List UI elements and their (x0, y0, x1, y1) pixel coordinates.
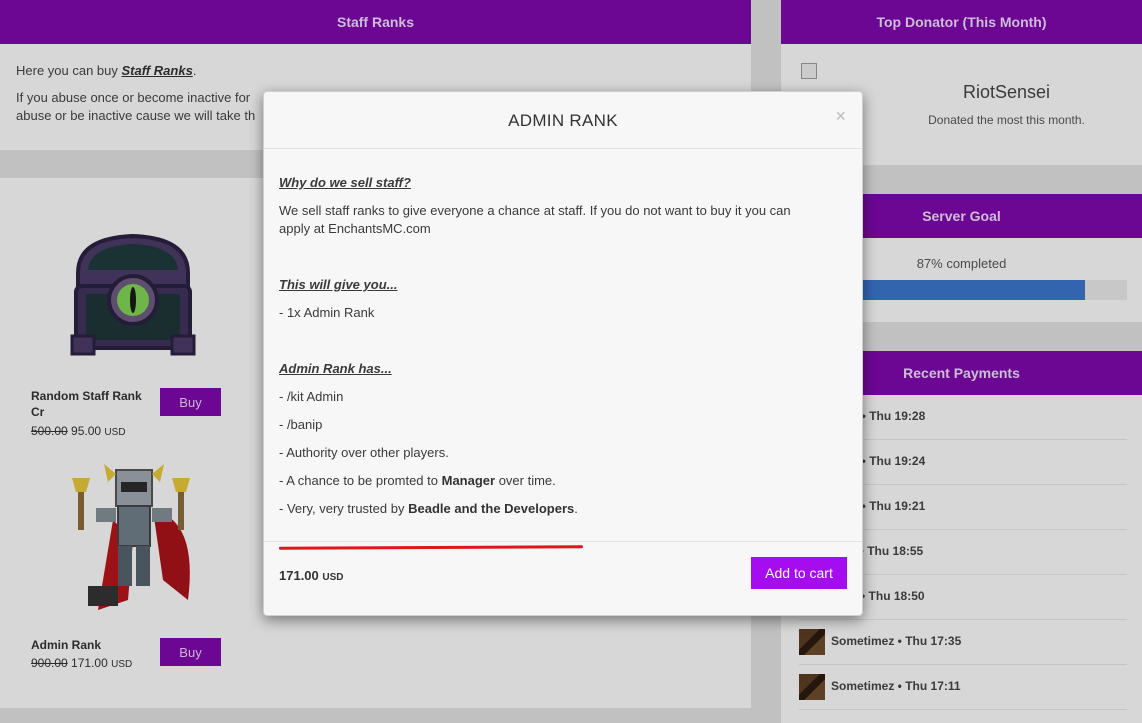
modal-price: 171.00 USD (279, 568, 344, 583)
chance-prefix: - A chance to be promted to (279, 473, 442, 488)
has-heading: Admin Rank has... (279, 361, 392, 376)
modal-header: ADMIN RANK × (264, 92, 862, 149)
trusted-prefix: - Very, very trusted by (279, 501, 409, 516)
chance-suffix: over time. (495, 473, 556, 488)
chance-line: - A chance to be promted to Manager over… (279, 472, 847, 500)
trusted-suffix: . (574, 501, 578, 516)
modal-footer: 171.00 USD Add to cart (264, 542, 862, 614)
has-item: - Authority over other players. (279, 445, 449, 460)
modal-body: Why do we sell staff? We sell staff rank… (264, 149, 862, 550)
why-text-2: apply at EnchantsMC.com (279, 221, 431, 236)
give-heading: This will give you... (279, 277, 398, 292)
close-icon[interactable]: × (835, 107, 846, 125)
modal-title: ADMIN RANK (508, 111, 618, 130)
give-item: - 1x Admin Rank (279, 305, 375, 320)
modal-price-value: 171.00 (279, 568, 319, 583)
trusted-bold: Beadle and the Developers (408, 501, 575, 516)
why-heading: Why do we sell staff? (279, 175, 411, 190)
modal-price-currency: USD (322, 572, 344, 583)
why-text-1: We sell staff ranks to give everyone a c… (279, 203, 791, 218)
trusted-line: - Very, very trusted by Beadle and the D… (279, 500, 847, 528)
admin-rank-modal: ADMIN RANK × Why do we sell staff? We se… (263, 91, 863, 616)
has-item: - /banip (279, 417, 323, 432)
chance-bold: Manager (441, 473, 496, 488)
add-to-cart-button[interactable]: Add to cart (751, 557, 847, 589)
has-item: - /kit Admin (279, 389, 344, 404)
